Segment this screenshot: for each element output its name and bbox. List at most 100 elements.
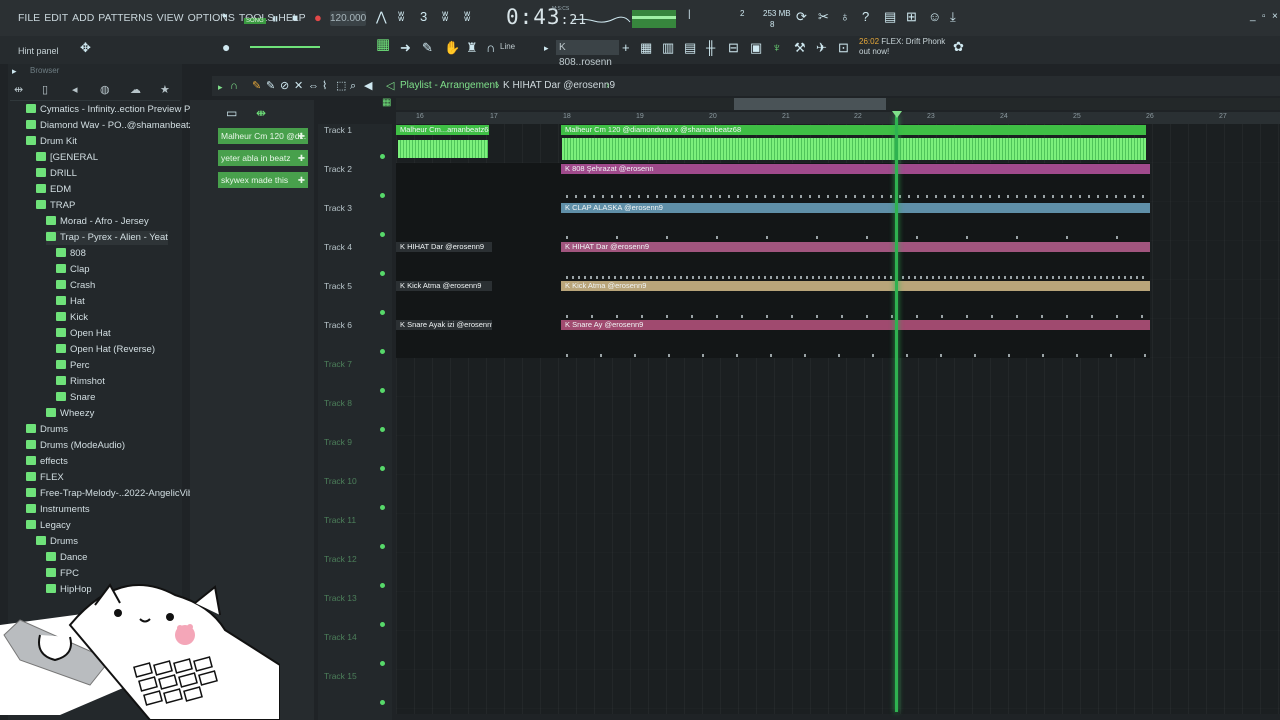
browser-folder[interactable]: Legacy [26,519,71,533]
browser-folder[interactable]: Clap [56,263,90,277]
browser-folder[interactable]: [GENERAL [36,151,98,165]
picker-item-2[interactable]: yeter abla in beatz ✚ [218,150,308,166]
song-mode-badge[interactable]: SONG [244,18,266,24]
picker-mode-icon[interactable]: ▭ [226,106,237,120]
track-mute-led[interactable] [380,193,385,198]
plugin-picker-icon[interactable]: ♆ [772,41,782,55]
wait-input-icon[interactable]: ʬ [398,10,404,24]
picker-item-1[interactable]: Malheur Cm 120 @di.. ✚ [218,128,308,144]
minimize-icon[interactable]: _ [1250,10,1256,24]
overview-scroll-handle[interactable] [734,98,886,110]
playhead-marker-icon[interactable] [892,111,902,118]
track-mute-led[interactable] [380,388,385,393]
help-icon[interactable]: ? [862,10,869,24]
pattern-clip-snare[interactable]: K Snare Ayak izi @erosenn9 [396,320,492,330]
select-tool-icon[interactable]: ⬚ [336,79,346,93]
track-label[interactable]: Track 14 [324,632,357,642]
draw-tool-icon[interactable]: ✎ [252,79,261,93]
chat-icon[interactable]: ☺ [928,10,941,24]
arrow-right-icon[interactable]: ➜ [400,41,411,55]
track-label[interactable]: Track 11 [324,515,356,525]
menu-patterns[interactable]: PATTERNS [98,12,152,24]
track-label[interactable]: Track 15 [324,671,357,681]
metronome-icon[interactable]: ⋀ [376,10,387,24]
add-icon[interactable]: ✚ [298,128,305,144]
browser-folder[interactable]: Hat [56,295,85,309]
zoom-tool-icon[interactable]: ⌕ [350,79,356,93]
audio-waveform[interactable] [562,138,1146,160]
paint-icon[interactable]: ✋ [444,41,460,55]
piano-roll-icon[interactable]: ▥ [662,41,674,55]
mute-tool-icon[interactable]: ✕ [294,79,303,93]
magnet-icon[interactable]: ∩ [486,41,495,55]
move-icon[interactable]: ✥ [80,41,91,55]
browser-folder[interactable]: Free-Trap-Melody-..2022-AngelicVibes [26,487,203,501]
current-project-tab-icon[interactable]: ▯ [42,83,48,96]
shop-icon[interactable]: ⊡ [838,41,849,55]
track-mute-led[interactable] [380,700,385,705]
track-label[interactable]: Track 7 [324,359,352,369]
browser-folder[interactable]: Crash [56,279,95,293]
browser-folder[interactable]: EDM [36,183,71,197]
track-label[interactable]: Track 1 [324,125,352,135]
browser-folder[interactable]: DRILL [36,167,77,181]
playlist-grid-icon[interactable]: ▦ [382,96,391,110]
browser-folder[interactable]: effects [26,455,68,469]
browser-pin-icon[interactable]: ▸ [12,64,17,78]
stop-icon[interactable]: ■ [292,12,298,26]
track-mute-led[interactable] [380,622,385,627]
plugin-database-icon[interactable]: ▣ [750,41,762,55]
browser-folder[interactable]: 808 [56,247,86,261]
pattern-selector[interactable]: K 808..rosenn [556,40,619,68]
pattern-clip-hihat[interactable]: K HIHAT Dar @erosenn9 [561,242,1150,252]
undo-history-icon[interactable]: ⟳ [796,10,807,24]
play-icon[interactable]: ⏸ [272,12,279,26]
mic-icon[interactable]: ♁ [840,10,850,24]
menu-add[interactable]: ADD [72,12,94,24]
track-label[interactable]: Track 2 [324,164,352,174]
track-mute-led[interactable] [380,232,385,237]
maximize-icon[interactable]: ▫ [1262,10,1266,24]
track-label[interactable]: Track 3 [324,203,352,213]
snap-icon[interactable]: ▦ [376,37,390,52]
track-label[interactable]: Track 4 [324,242,352,252]
plugin-tab-icon[interactable]: ◂ [72,83,78,96]
track-mute-led[interactable] [380,154,385,159]
browser-folder[interactable]: Wheezy [46,407,94,421]
track-label[interactable]: Track 12 [324,554,357,564]
pattern-clip-hihat[interactable]: K HIHAT Dar @erosenn9 [396,242,492,252]
track-label[interactable]: Track 9 [324,437,352,447]
close-icon[interactable]: × [1272,10,1278,24]
playlist-icon[interactable]: ▦ [640,41,652,55]
pattern-clip-kick[interactable]: K Kick Atma @erosenn9 [561,281,1150,291]
add-pattern-icon[interactable]: + [622,41,630,55]
pattern-clip-808[interactable]: K 808 Şehrazat @erosenn [561,164,1150,174]
master-pitch-slider[interactable] [250,46,320,48]
add-icon[interactable]: ✚ [298,172,305,188]
menu-view[interactable]: VIEW [157,12,184,24]
browser-folder[interactable]: Drums [36,535,78,549]
cloud-tab-icon[interactable]: ☁ [130,83,141,96]
slice-tool-icon[interactable]: ⌇ [322,79,327,93]
pattern-clip-clap[interactable]: K CLAP ALASKA @erosenn9 [561,203,1150,213]
loop-record-icon[interactable]: ʬ [464,10,470,24]
tempo-tapper-icon[interactable]: ⚒ [794,41,806,55]
download-icon[interactable]: ⤓ [950,10,956,24]
browser-folder[interactable]: Diamond Wav - PO..@shamanbeatz68 [26,119,204,133]
browser-folder[interactable]: TRAP [36,199,75,213]
browser-folder[interactable]: Instruments [26,503,90,517]
browser-folder[interactable]: Trap - Pyrex - Alien - Yeat [46,231,168,245]
browser-folder[interactable]: Morad - Afro - Jersey [46,215,149,229]
touch-controller-icon[interactable]: ✈ [816,41,827,55]
track-mute-led[interactable] [380,466,385,471]
countdown-icon[interactable]: 3 [420,10,427,24]
plugin-icon[interactable]: ⊞ [906,10,917,24]
track-mute-led[interactable] [380,505,385,510]
pattern-clip-kick[interactable]: K Kick Atma @erosenn9 [396,281,492,291]
track-label[interactable]: Track 6 [324,320,352,330]
browser-folder[interactable]: Perc [56,359,90,373]
delete-tool-icon[interactable]: ⊘ [280,79,289,93]
track-mute-led[interactable] [380,310,385,315]
snap-mode-label[interactable]: Line [500,42,515,51]
tempo-display[interactable]: 120.000 [330,11,366,26]
